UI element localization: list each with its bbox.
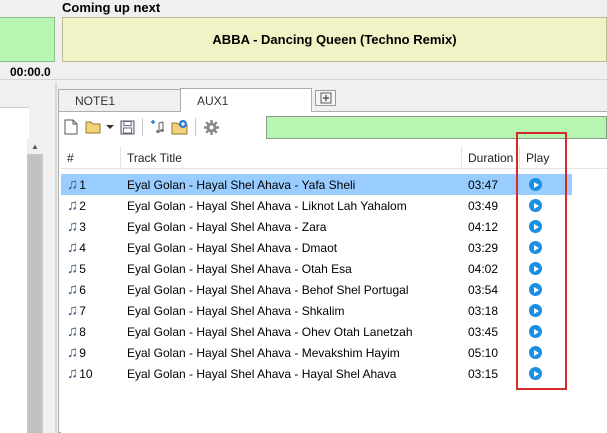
track-duration: 03:45 [468, 324, 499, 339]
track-title: Eyal Golan - Hayal Shel Ahava - Behof Sh… [127, 282, 409, 297]
tab-label: AUX1 [197, 93, 229, 108]
table-row[interactable]: ♫ 9 Eyal Golan - Hayal Shel Ahava - Mevaks… [61, 342, 572, 363]
add-tab-button[interactable] [315, 90, 336, 106]
track-title: Eyal Golan - Hayal Shel Ahava - Liknot L… [127, 198, 407, 213]
settings-button[interactable] [202, 118, 220, 136]
coming-up-label: Coming up next [62, 0, 161, 15]
header-divider [0, 79, 607, 80]
track-number: 5 [79, 261, 86, 276]
track-number-cell: ♫ 2 [67, 198, 86, 213]
table-row[interactable]: ♫ 6 Eyal Golan - Hayal Shel Ahava - Behof … [61, 279, 572, 300]
track-title: Eyal Golan - Hayal Shel Ahava - Yafa She… [127, 177, 356, 192]
table-row[interactable]: ♫ 3 Eyal Golan - Hayal Shel Ahava - Zara 04… [61, 216, 572, 237]
track-duration: 05:10 [468, 345, 499, 360]
track-number: 3 [79, 219, 86, 234]
toolbar-separator [142, 118, 143, 136]
music-note-icon: ♫ [67, 344, 79, 361]
new-file-icon [64, 119, 78, 135]
toolbar-separator [195, 118, 196, 136]
music-note-icon: ♫ [67, 176, 79, 193]
track-number: 10 [79, 366, 93, 381]
track-number: 2 [79, 198, 86, 213]
track-duration: 03:49 [468, 198, 499, 213]
open-folder-icon [85, 121, 100, 134]
music-note-icon: ♫ [67, 239, 79, 256]
column-header-number[interactable]: # [61, 146, 121, 169]
scroll-up-icon[interactable]: ▲ [27, 138, 43, 154]
new-file-button[interactable] [62, 118, 80, 136]
elapsed-time: 00:00.0 [10, 65, 51, 79]
left-player-display [0, 17, 55, 62]
gear-icon [203, 119, 219, 135]
track-number: 1 [79, 177, 86, 192]
track-duration: 03:54 [468, 282, 499, 297]
save-button[interactable] [118, 118, 136, 136]
play-column-highlight [516, 132, 567, 390]
music-note-icon: ♫ [67, 218, 79, 235]
coming-up-display: ABBA - Dancing Queen (Techno Remix) [62, 17, 607, 62]
track-number: 8 [79, 324, 86, 339]
chevron-down-icon [106, 125, 114, 129]
track-title: Eyal Golan - Hayal Shel Ahava - Zara [127, 219, 327, 234]
track-number: 7 [79, 303, 86, 318]
track-title: Eyal Golan - Hayal Shel Ahava - Shkalim [127, 303, 345, 318]
save-icon [120, 120, 134, 134]
track-number-cell: ♫ 4 [67, 240, 86, 255]
track-number-cell: ♫ 5 [67, 261, 86, 276]
table-row[interactable]: ♫ 5 Eyal Golan - Hayal Shel Ahava - Otah E… [61, 258, 572, 279]
table-row[interactable]: ♫ 10 Eyal Golan - Hayal Shel Ahava - Hayal… [61, 363, 572, 384]
track-duration: 04:12 [468, 219, 499, 234]
open-folder-button[interactable] [84, 118, 102, 136]
track-title: Eyal Golan - Hayal Shel Ahava - Dmaot [127, 240, 338, 255]
track-number-cell: ♫ 1 [67, 177, 86, 192]
add-track-icon [151, 120, 164, 133]
music-note-icon: ♫ [67, 323, 79, 340]
left-list [0, 107, 29, 433]
track-title: Eyal Golan - Hayal Shel Ahava - Ohev Ota… [127, 324, 413, 339]
music-note-icon: ♫ [67, 365, 79, 382]
track-number: 6 [79, 282, 86, 297]
music-note-icon: ♫ [67, 197, 79, 214]
track-number-cell: ♫ 7 [67, 303, 86, 318]
track-duration: 04:02 [468, 261, 499, 276]
track-duration: 03:29 [468, 240, 499, 255]
coming-up-track: ABBA - Dancing Queen (Techno Remix) [212, 32, 457, 47]
track-duration: 03:15 [468, 366, 499, 381]
add-track-button[interactable] [149, 118, 167, 136]
plus-icon [320, 92, 331, 104]
music-note-icon: ♫ [67, 260, 79, 277]
table-row[interactable]: ♫ 8 Eyal Golan - Hayal Shel Ahava - Ohev O… [61, 321, 572, 342]
track-number-cell: ♫ 9 [67, 345, 86, 360]
table-row[interactable]: ♫ 4 Eyal Golan - Hayal Shel Ahava - Dmaot 0… [61, 237, 572, 258]
track-number: 9 [79, 345, 86, 360]
table-row[interactable]: ♫ 7 Eyal Golan - Hayal Shel Ahava - Shkali… [61, 300, 572, 321]
music-note-icon: ♫ [67, 281, 79, 298]
track-number-cell: ♫ 3 [67, 219, 86, 234]
open-dropdown-button[interactable] [106, 118, 114, 136]
track-title: Eyal Golan - Hayal Shel Ahava - Mevakshi… [127, 345, 400, 360]
scrollbar-thumb[interactable] [29, 156, 41, 433]
tab-note1[interactable]: NOTE1 [58, 89, 186, 111]
track-number-cell: ♫ 8 [67, 324, 86, 339]
column-header-duration[interactable]: Duration [462, 146, 520, 169]
add-folder-button[interactable] [171, 118, 189, 136]
music-note-icon: ♫ [67, 302, 79, 319]
track-duration: 03:47 [468, 177, 499, 192]
playlist-toolbar [62, 116, 220, 138]
track-title: Eyal Golan - Hayal Shel Ahava - Hayal Sh… [127, 366, 397, 381]
panel-splitter[interactable] [55, 82, 57, 433]
table-row[interactable]: ♫ 2 Eyal Golan - Hayal Shel Ahava - Liknot… [61, 195, 572, 216]
track-number-cell: ♫ 6 [67, 282, 86, 297]
track-title: Eyal Golan - Hayal Shel Ahava - Otah Esa [127, 261, 352, 276]
column-header-title[interactable]: Track Title [121, 146, 462, 169]
tab-label: NOTE1 [75, 93, 116, 108]
track-number-cell: ♫ 10 [67, 366, 93, 381]
tab-aux1[interactable]: AUX1 [180, 88, 312, 112]
track-duration: 03:18 [468, 303, 499, 318]
track-number: 4 [79, 240, 86, 255]
add-folder-icon [171, 120, 188, 135]
table-row[interactable]: ♫ 1 Eyal Golan - Hayal Shel Ahava - Yafa S… [61, 174, 572, 195]
